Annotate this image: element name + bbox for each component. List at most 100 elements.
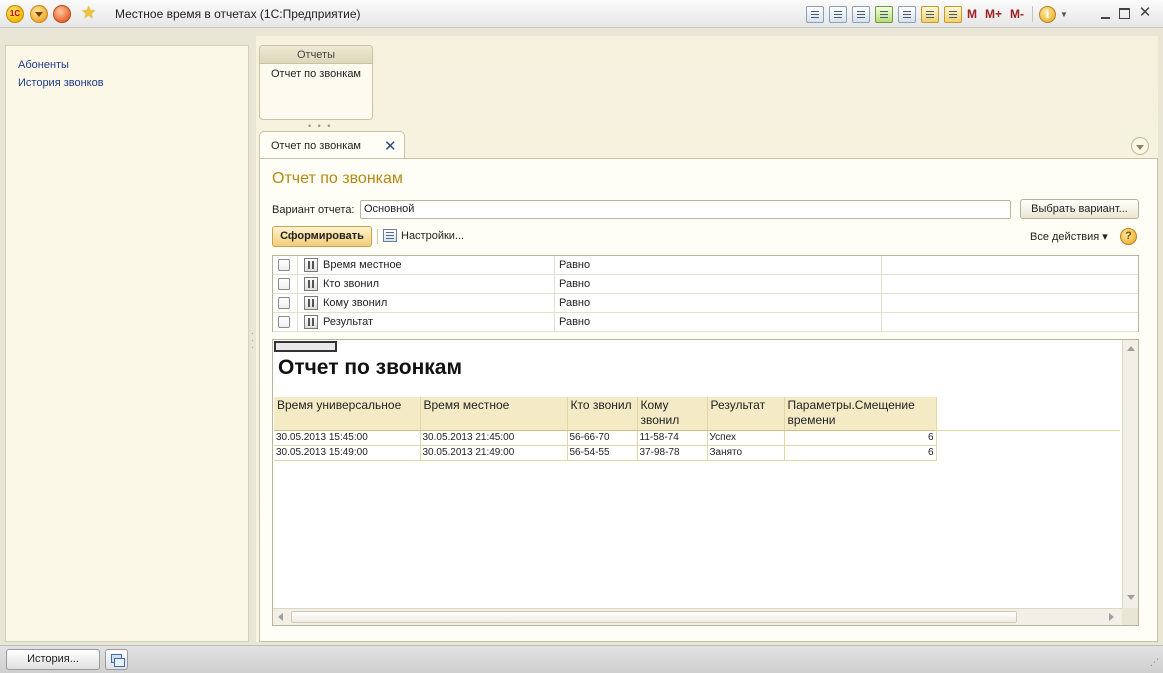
cell-result[interactable]: Занято — [707, 445, 785, 461]
resize-grip-icon[interactable]: ⋰ — [1150, 658, 1159, 667]
add-favorite-icon[interactable] — [875, 5, 893, 23]
filter-field: Время местное — [323, 259, 402, 271]
cell-utc-time[interactable]: 30.05.2013 15:49:00 — [274, 445, 421, 461]
maximize-button[interactable] — [1119, 8, 1130, 19]
title-bar: 1С ★ Местное время в отчетах (1С:Предпри… — [0, 0, 1163, 28]
filter-field-icon — [304, 277, 318, 291]
quick-filters-table: Время местное Равно Кто звонил Равно Ком… — [272, 255, 1139, 332]
column-header: Время местное — [420, 397, 568, 431]
tab-close-icon[interactable]: ✕ — [384, 137, 397, 155]
cell-callee[interactable]: 37-98-78 — [637, 445, 708, 461]
filter-checkbox[interactable] — [278, 259, 290, 271]
filter-operator[interactable]: Равно — [559, 259, 590, 271]
active-cell[interactable] — [274, 341, 337, 352]
horizontal-scrollbar[interactable] — [273, 608, 1122, 625]
cell-callee[interactable]: 11-58-74 — [637, 430, 708, 446]
generate-button[interactable]: Сформировать — [272, 226, 372, 247]
favorites-star-icon[interactable]: ★ — [81, 3, 96, 23]
filter-field-icon — [304, 296, 318, 310]
windows-list-button[interactable] — [105, 649, 128, 670]
filter-row[interactable]: Кто звонил Равно — [273, 275, 1138, 294]
filter-operator[interactable]: Равно — [559, 297, 590, 309]
table-row[interactable]: 30.05.2013 15:45:00 30.05.2013 21:45:00 … — [274, 430, 937, 446]
filter-field: Кто звонил — [323, 278, 380, 290]
reports-item-call-report[interactable]: Отчет по звонкам — [260, 68, 372, 80]
settings-label: Настройки... — [401, 229, 465, 242]
window-close-button[interactable]: ✕ — [1138, 5, 1152, 20]
history-button[interactable]: История... — [6, 649, 100, 670]
column-header: Параметры.Смещение времени — [784, 397, 937, 431]
scroll-down-icon[interactable] — [1127, 595, 1135, 600]
app-logo-icon[interactable]: 1С — [6, 5, 24, 23]
filter-field: Кому звонил — [323, 297, 388, 309]
column-header: Результат — [707, 397, 785, 431]
close-form-round-button[interactable] — [53, 5, 71, 23]
nav-item-subscribers[interactable]: Абоненты — [18, 59, 69, 71]
memory-minus-button[interactable]: M- — [1010, 7, 1024, 21]
help-icon[interactable]: ? — [1120, 228, 1137, 245]
filter-field-icon — [304, 258, 318, 272]
vertical-splitter[interactable]: · · · — [251, 329, 255, 352]
all-actions-menu[interactable]: Все действия ▾ — [1030, 230, 1108, 243]
filter-operator[interactable]: Равно — [559, 278, 590, 290]
cell-offset[interactable]: 6 — [784, 430, 937, 446]
filter-checkbox[interactable] — [278, 278, 290, 290]
filter-field-icon — [304, 315, 318, 329]
calendar-icon[interactable] — [944, 5, 962, 23]
cell-offset[interactable]: 6 — [784, 445, 937, 461]
filter-row[interactable]: Кому звонил Равно — [273, 294, 1138, 313]
filter-operator[interactable]: Равно — [559, 316, 590, 328]
column-header: Время универсальное — [274, 397, 421, 431]
column-header: Кому звонил — [637, 397, 708, 431]
filter-checkbox[interactable] — [278, 316, 290, 328]
link-icon[interactable] — [898, 5, 916, 23]
cell-local-time[interactable]: 30.05.2013 21:49:00 — [420, 445, 568, 461]
info-dropdown-icon[interactable]: ▼ — [1060, 10, 1068, 19]
filter-row[interactable]: Время местное Равно — [273, 256, 1138, 275]
window-title: Местное время в отчетах (1С:Предприятие) — [115, 7, 361, 21]
horizontal-splitter[interactable]: • • • — [308, 121, 332, 131]
filter-row[interactable]: Результат Равно — [273, 313, 1138, 332]
title-toolbar: M M+ M- i ▼ — [806, 4, 1078, 24]
scroll-left-icon[interactable] — [278, 613, 283, 621]
cell-caller[interactable]: 56-54-55 — [567, 445, 638, 461]
calculator-icon[interactable] — [921, 5, 939, 23]
form-title: Отчет по звонкам — [272, 170, 403, 187]
cell-utc-time[interactable]: 30.05.2013 15:45:00 — [274, 430, 421, 446]
nav-item-call-history[interactable]: История звонков — [18, 77, 104, 89]
table-row[interactable]: 30.05.2013 15:49:00 30.05.2013 21:49:00 … — [274, 445, 937, 461]
tab-label: Отчет по звонкам — [271, 140, 361, 152]
main-menu-button[interactable] — [30, 5, 48, 23]
filter-checkbox[interactable] — [278, 297, 290, 309]
column-header: Кто звонил — [567, 397, 638, 431]
cell-local-time[interactable]: 30.05.2013 21:45:00 — [420, 430, 568, 446]
filter-field: Результат — [323, 316, 374, 328]
header-extension-line — [935, 430, 1120, 431]
tab-call-report[interactable]: Отчет по звонкам ✕ — [259, 131, 405, 159]
choose-variant-button[interactable]: Выбрать вариант... — [1020, 199, 1139, 219]
save-icon[interactable] — [806, 5, 824, 23]
scroll-thumb[interactable] — [291, 611, 1017, 623]
cell-caller[interactable]: 56-66-70 — [567, 430, 638, 446]
scroll-up-icon[interactable] — [1127, 346, 1135, 351]
scroll-right-icon[interactable] — [1109, 613, 1114, 621]
navigation-panel: Абоненты История звонков — [5, 45, 249, 642]
minimize-button[interactable] — [1099, 6, 1113, 20]
memory-m-button[interactable]: M — [967, 7, 977, 21]
variant-label: Вариант отчета: — [272, 204, 355, 216]
reports-panel-header: Отчеты — [260, 46, 372, 64]
vertical-scrollbar[interactable] — [1122, 340, 1138, 608]
info-icon[interactable]: i — [1039, 5, 1057, 23]
variant-field[interactable]: Основной — [360, 200, 1011, 219]
collapse-panel-button[interactable] — [1131, 137, 1149, 155]
print-preview-icon[interactable] — [852, 5, 870, 23]
print-icon[interactable] — [829, 5, 847, 23]
report-spreadsheet[interactable]: Отчет по звонкам Время универсальное Вре… — [272, 339, 1139, 626]
cell-result[interactable]: Успех — [707, 430, 785, 446]
settings-button[interactable]: Настройки... — [383, 229, 464, 242]
settings-icon — [383, 229, 397, 242]
reports-panel: Отчеты Отчет по звонкам — [259, 45, 373, 120]
report-table: Время универсальное Время местное Кто зв… — [274, 397, 937, 461]
scroll-corner — [1122, 608, 1138, 625]
memory-plus-button[interactable]: M+ — [985, 7, 1002, 21]
